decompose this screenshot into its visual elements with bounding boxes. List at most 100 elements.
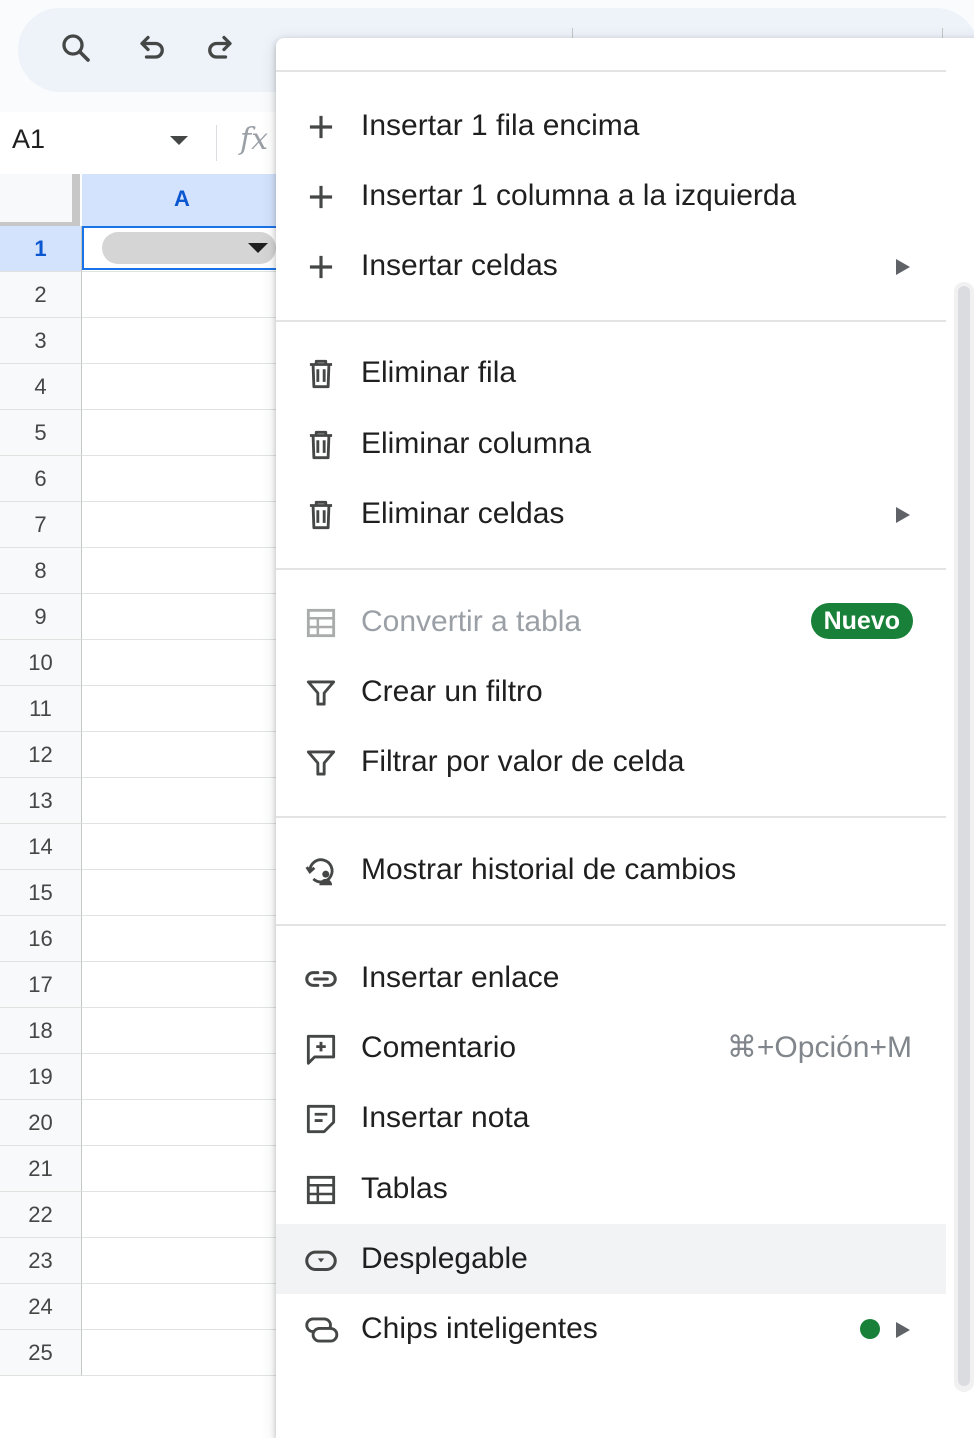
menu-item-label: Eliminar columna <box>361 427 592 460</box>
new-indicator-dot <box>860 1319 880 1339</box>
menu-item-label: Filtrar por valor de celda <box>361 745 685 778</box>
grid-cell[interactable] <box>82 456 282 502</box>
row-header[interactable]: 4 <box>0 364 82 410</box>
submenu-arrow-icon <box>896 259 910 275</box>
menu-divider <box>276 924 946 926</box>
row-header[interactable]: 6 <box>0 456 82 502</box>
menu-item-label: Comentario <box>361 1031 517 1064</box>
grid-cell[interactable] <box>82 1192 282 1238</box>
grid-cell[interactable] <box>82 824 282 870</box>
grid-cell[interactable] <box>82 732 282 778</box>
row-header[interactable]: 23 <box>0 1238 82 1284</box>
menu-item-mostrar-historial-de-cambios[interactable]: Mostrar historial de cambios <box>276 835 946 905</box>
menu-item-eliminar-columna[interactable]: Eliminar columna <box>276 409 946 479</box>
name-box[interactable]: A1 <box>12 124 45 155</box>
grid-cell[interactable] <box>82 594 282 640</box>
redo-icon[interactable] <box>203 30 239 66</box>
grid-cell[interactable] <box>82 686 282 732</box>
grid-cell[interactable] <box>82 548 282 594</box>
menu-item-label: Insertar enlace <box>361 961 560 994</box>
row-header[interactable]: 15 <box>0 870 82 916</box>
menu-divider <box>276 816 946 818</box>
menu-item-crear-un-filtro[interactable]: Crear un filtro <box>276 657 946 727</box>
row-header[interactable]: 25 <box>0 1330 82 1376</box>
menu-item-label: Insertar nota <box>361 1101 530 1134</box>
submenu-arrow-icon <box>896 1322 910 1338</box>
column-header-a[interactable]: A <box>82 174 282 227</box>
grid-cell[interactable] <box>82 1008 282 1054</box>
row-header[interactable]: 5 <box>0 410 82 456</box>
grid-cell[interactable] <box>82 1284 282 1330</box>
grid-cell[interactable] <box>82 1100 282 1146</box>
plus-icon <box>302 108 340 146</box>
menu-scrollbar-thumb[interactable] <box>958 286 970 1386</box>
row-header[interactable]: 16 <box>0 916 82 962</box>
row-header[interactable]: 9 <box>0 594 82 640</box>
menu-item-insertar-nota[interactable]: Insertar nota <box>276 1083 946 1153</box>
trash-icon <box>302 355 340 393</box>
grid-cell[interactable] <box>82 962 282 1008</box>
grid-cell[interactable] <box>82 502 282 548</box>
menu-item-tablas[interactable]: Tablas <box>276 1154 946 1224</box>
menu-item-insertar-1-fila-encima[interactable]: Insertar 1 fila encima <box>276 91 946 161</box>
row-header[interactable]: 3 <box>0 318 82 364</box>
grid-cell[interactable] <box>82 410 282 456</box>
menu-item-filtrar-por-valor-de-celda[interactable]: Filtrar por valor de celda <box>276 727 946 797</box>
grid-cell[interactable] <box>82 1330 282 1376</box>
menu-item-label: Insertar celdas <box>361 249 558 282</box>
row-header[interactable]: 22 <box>0 1192 82 1238</box>
row-header[interactable]: 7 <box>0 502 82 548</box>
menu-item-insertar-celdas[interactable]: Insertar celdas <box>276 231 946 301</box>
row-header[interactable]: 12 <box>0 732 82 778</box>
menu-item-label: Convertir a tabla <box>361 605 582 638</box>
row-header[interactable]: 19 <box>0 1054 82 1100</box>
row-header[interactable]: 17 <box>0 962 82 1008</box>
smart-chip-icon <box>302 1311 340 1349</box>
grid-cell[interactable] <box>82 1146 282 1192</box>
row-header[interactable]: 2 <box>0 272 82 318</box>
row-header[interactable]: 20 <box>0 1100 82 1146</box>
grid-cell[interactable] <box>82 640 282 686</box>
trash-icon <box>302 426 340 464</box>
menu-item-desplegable[interactable]: Desplegable <box>276 1224 946 1294</box>
row-header[interactable]: 10 <box>0 640 82 686</box>
menu-item-eliminar-celdas[interactable]: Eliminar celdas <box>276 479 946 549</box>
grid-cell[interactable] <box>82 364 282 410</box>
select-all-corner[interactable] <box>0 174 80 226</box>
grid-cell[interactable] <box>82 318 282 364</box>
menu-item-eliminar-fila[interactable]: Eliminar fila <box>276 338 946 408</box>
row-header[interactable]: 14 <box>0 824 82 870</box>
grid-cell[interactable] <box>82 1054 282 1100</box>
menu-item-chips-inteligentes[interactable]: Chips inteligentes <box>276 1294 946 1364</box>
row-header[interactable]: 13 <box>0 778 82 824</box>
undo-icon[interactable] <box>133 30 169 66</box>
menu-item-insertar-enlace[interactable]: Insertar enlace <box>276 943 946 1013</box>
menu-item-comentario[interactable]: Comentario ⌘+Opción+M <box>276 1013 946 1083</box>
menu-divider <box>276 568 946 570</box>
menu-item-label: Eliminar fila <box>361 356 517 389</box>
search-icon[interactable] <box>58 30 94 66</box>
chevron-down-icon[interactable] <box>170 136 188 145</box>
menu-item-insertar-1-columna-a-la-izquierda[interactable]: Insertar 1 columna a la izquierda <box>276 161 946 231</box>
history-icon <box>302 852 340 890</box>
row-header[interactable]: 1 <box>0 226 82 272</box>
row-header[interactable]: 11 <box>0 686 82 732</box>
menu-item-label: Crear un filtro <box>361 675 543 708</box>
formula-bar-divider <box>216 125 217 161</box>
grid-cell[interactable] <box>82 870 282 916</box>
menu-item-label: Desplegable <box>361 1242 528 1275</box>
menu-item-shortcut: ⌘+Opción+M <box>726 1031 912 1064</box>
row-header[interactable]: 24 <box>0 1284 82 1330</box>
dropdown-arrow-icon[interactable] <box>248 243 268 253</box>
grid-cell[interactable] <box>82 778 282 824</box>
comment-icon <box>302 1030 340 1068</box>
row-header[interactable]: 8 <box>0 548 82 594</box>
menu-item-label: Insertar 1 fila encima <box>361 109 640 142</box>
note-icon <box>302 1100 340 1138</box>
row-header[interactable]: 18 <box>0 1008 82 1054</box>
plus-icon <box>302 248 340 286</box>
grid-cell[interactable] <box>82 272 282 318</box>
grid-cell[interactable] <box>82 1238 282 1284</box>
grid-cell[interactable] <box>82 916 282 962</box>
row-header[interactable]: 21 <box>0 1146 82 1192</box>
